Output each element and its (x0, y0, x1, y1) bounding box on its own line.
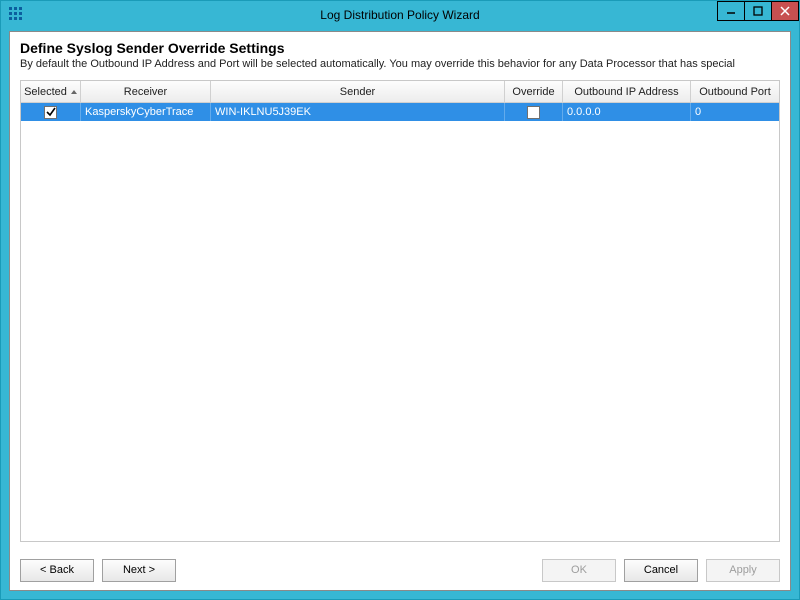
column-header-outbound-port[interactable]: Outbound Port (691, 81, 779, 102)
cancel-button[interactable]: Cancel (624, 559, 698, 582)
close-button[interactable] (771, 1, 799, 21)
window-title: Log Distribution Policy Wizard (1, 8, 799, 22)
app-icon (9, 7, 25, 23)
wizard-window: Log Distribution Policy Wizard Define Sy… (0, 0, 800, 600)
next-button[interactable]: Next > (102, 559, 176, 582)
column-header-receiver[interactable]: Receiver (81, 81, 211, 102)
override-checkbox[interactable] (527, 106, 540, 119)
cell-sender: WIN-IKLNU5J39EK (211, 103, 505, 121)
cell-selected[interactable] (21, 103, 81, 121)
page-description: By default the Outbound IP Address and P… (20, 58, 780, 70)
maximize-button[interactable] (744, 1, 772, 21)
cell-receiver: KasperskyCyberTrace (81, 103, 211, 121)
column-header-override[interactable]: Override (505, 81, 563, 102)
override-grid[interactable]: Selected Receiver Sender Override Outbou… (20, 80, 780, 542)
client-area: Define Syslog Sender Override Settings B… (9, 31, 791, 591)
table-row[interactable]: KasperskyCyberTrace WIN-IKLNU5J39EK 0.0.… (21, 103, 779, 121)
column-header-sender[interactable]: Sender (211, 81, 505, 102)
selected-checkbox[interactable] (44, 106, 57, 119)
column-header-selected[interactable]: Selected (21, 81, 81, 102)
cell-outbound-ip[interactable]: 0.0.0.0 (563, 103, 691, 121)
page-header: Define Syslog Sender Override Settings B… (10, 32, 790, 76)
minimize-button[interactable] (717, 1, 745, 21)
cell-outbound-port[interactable]: 0 (691, 103, 779, 121)
ok-button[interactable]: OK (542, 559, 616, 582)
grid-header-row: Selected Receiver Sender Override Outbou… (21, 81, 779, 103)
titlebar[interactable]: Log Distribution Policy Wizard (1, 1, 799, 29)
apply-button[interactable]: Apply (706, 559, 780, 582)
back-button[interactable]: < Back (20, 559, 94, 582)
wizard-button-bar: < Back Next > OK Cancel Apply (10, 550, 790, 590)
column-header-outbound-ip[interactable]: Outbound IP Address (563, 81, 691, 102)
window-controls (718, 1, 799, 21)
cell-override[interactable] (505, 103, 563, 121)
page-title: Define Syslog Sender Override Settings (20, 40, 780, 56)
